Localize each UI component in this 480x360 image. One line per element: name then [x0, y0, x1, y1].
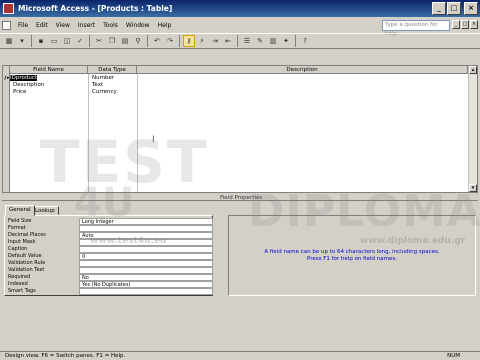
property-value[interactable] — [79, 246, 213, 253]
table-row[interactable]: Price Currency — [10, 89, 470, 95]
row-selector-column — [3, 66, 10, 192]
doc-restore-icon[interactable]: □ — [461, 20, 469, 29]
status-bar: Design view. F6 = Switch panes. F1 = Hel… — [0, 351, 480, 360]
primary-key-marker-icon: ⚷▸ — [3, 75, 10, 81]
help-icon[interactable]: ? — [299, 35, 311, 47]
data-type-cell[interactable]: Currency — [88, 89, 137, 95]
toolbar-separator — [89, 35, 90, 47]
property-value[interactable]: Auto — [79, 232, 213, 239]
database-window-icon[interactable]: ▥ — [267, 35, 279, 47]
table-design-grid: Field Name Data Type Description ⚷▸ IDpr… — [2, 65, 478, 193]
properties-icon[interactable]: ☰ — [241, 35, 253, 47]
header-data-type: Data Type — [88, 66, 137, 74]
title-bar: Microsoft Access - [Products : Table] _ … — [0, 0, 480, 17]
doc-minimize-icon[interactable]: _ — [452, 20, 460, 29]
table-doc-icon[interactable] — [2, 20, 11, 30]
property-value[interactable] — [79, 288, 213, 295]
property-value[interactable]: No — [79, 274, 213, 281]
menu-file[interactable]: File — [14, 22, 32, 29]
property-row[interactable]: Format — [8, 225, 213, 232]
property-row[interactable]: Input Mask — [8, 239, 213, 246]
property-row[interactable]: Required No — [8, 274, 213, 281]
field-hint-text: A field name can be up to 64 characters … — [264, 248, 440, 262]
table-row[interactable]: Description Text — [10, 82, 470, 88]
view-icon[interactable]: ▦ — [3, 35, 15, 47]
menu-view[interactable]: View — [52, 22, 74, 29]
property-value[interactable] — [79, 267, 213, 274]
minimize-icon[interactable]: _ — [432, 2, 446, 15]
property-value[interactable]: Long Integer — [79, 218, 213, 225]
menu-tools[interactable]: Tools — [99, 22, 122, 29]
maximize-icon[interactable]: □ — [447, 2, 461, 15]
tab-lookup[interactable]: Lookup — [31, 206, 59, 215]
text-cursor-icon: I — [152, 135, 155, 145]
property-row[interactable]: Field Size Long Integer — [8, 218, 213, 225]
tab-general[interactable]: General — [5, 205, 35, 216]
property-value[interactable] — [79, 225, 213, 232]
property-row[interactable]: Decimal Places Auto — [8, 232, 213, 239]
scroll-up-icon[interactable]: ▴ — [469, 66, 477, 74]
scroll-down-icon[interactable]: ▾ — [469, 184, 477, 192]
property-value[interactable]: Yes (No Duplicates) — [79, 281, 213, 288]
toolbar-separator — [147, 35, 148, 47]
field-hint-panel: A field name can be up to 64 characters … — [228, 215, 476, 296]
field-name-cell[interactable]: Price — [10, 89, 88, 95]
property-row[interactable]: Caption — [8, 246, 213, 253]
toolbar-separator — [295, 35, 296, 47]
cut-icon[interactable]: ✂ — [93, 35, 105, 47]
property-value[interactable] — [79, 239, 213, 246]
field-name-cell[interactable]: IDproduct — [10, 75, 38, 81]
indexes-icon[interactable]: ⚡ — [196, 35, 208, 47]
property-row[interactable]: Validation Rule — [8, 260, 213, 267]
new-object-icon[interactable]: ✦ — [280, 35, 292, 47]
general-properties-panel: Field Size Long Integer Format Decimal Pl… — [4, 215, 213, 296]
window-controls: _ □ × — [432, 2, 478, 15]
toolbar: ▦ ▾ ▪ ▭ ◫ ✓ ✂ ❐ ▤ ⚲ ↶ ↷ ⚷ ⚡ ⇥ ⇤ ☰ ✎ ▥ ✦ … — [0, 33, 480, 49]
property-value[interactable] — [79, 260, 213, 267]
insert-rows-icon[interactable]: ⇥ — [209, 35, 221, 47]
close-icon[interactable]: × — [464, 2, 478, 15]
window-title: Microsoft Access - [Products : Table] — [18, 4, 173, 13]
menu-window[interactable]: Window — [122, 22, 154, 29]
undo-icon[interactable]: ↶ — [151, 35, 163, 47]
table-row[interactable]: IDproduct Number — [10, 75, 470, 81]
vertical-scrollbar[interactable]: ▴ ▾ — [468, 66, 477, 192]
save-icon[interactable]: ▪ — [35, 35, 47, 47]
delete-rows-icon[interactable]: ⇤ — [222, 35, 234, 47]
header-field-name: Field Name — [10, 66, 88, 74]
print-icon[interactable]: ▭ — [48, 35, 60, 47]
data-type-cell[interactable]: Text — [88, 82, 137, 88]
build-icon[interactable]: ✎ — [254, 35, 266, 47]
toolbar-separator — [179, 35, 180, 47]
doc-close-icon[interactable]: × — [470, 20, 478, 29]
property-row[interactable]: Validation Text — [8, 267, 213, 274]
copy-icon[interactable]: ❐ — [106, 35, 118, 47]
toolbar-separator — [237, 35, 238, 47]
num-lock-indicator: NUM — [447, 353, 460, 359]
menu-help[interactable]: Help — [154, 22, 176, 29]
help-search-input[interactable]: Type a question for help — [382, 20, 450, 37]
document-window-controls: _ □ × — [452, 20, 478, 29]
header-description: Description — [137, 66, 468, 74]
field-name-cell[interactable]: Description — [10, 82, 88, 88]
toolbar-separator — [31, 35, 32, 47]
redo-icon[interactable]: ↷ — [164, 35, 176, 47]
menu-edit[interactable]: Edit — [32, 22, 52, 29]
data-type-cell[interactable]: Number — [88, 75, 137, 81]
print-preview-icon[interactable]: ◫ — [61, 35, 73, 47]
property-value[interactable]: 0 — [79, 253, 213, 260]
paste-icon[interactable]: ▤ — [119, 35, 131, 47]
dropdown-icon[interactable]: ▾ — [16, 35, 28, 47]
spelling-icon[interactable]: ✓ — [74, 35, 86, 47]
divider — [2, 200, 478, 201]
primary-key-icon[interactable]: ⚷ — [183, 35, 195, 47]
access-app-icon — [3, 3, 14, 14]
property-row[interactable]: Indexed Yes (No Duplicates) — [8, 281, 213, 288]
format-painter-icon[interactable]: ⚲ — [132, 35, 144, 47]
menu-insert[interactable]: Insert — [74, 22, 99, 29]
property-row[interactable]: Smart Tags — [8, 288, 213, 295]
status-text: Design view. F6 = Switch panes. F1 = Hel… — [5, 353, 126, 359]
property-row[interactable]: Default Value 0 — [8, 253, 213, 260]
